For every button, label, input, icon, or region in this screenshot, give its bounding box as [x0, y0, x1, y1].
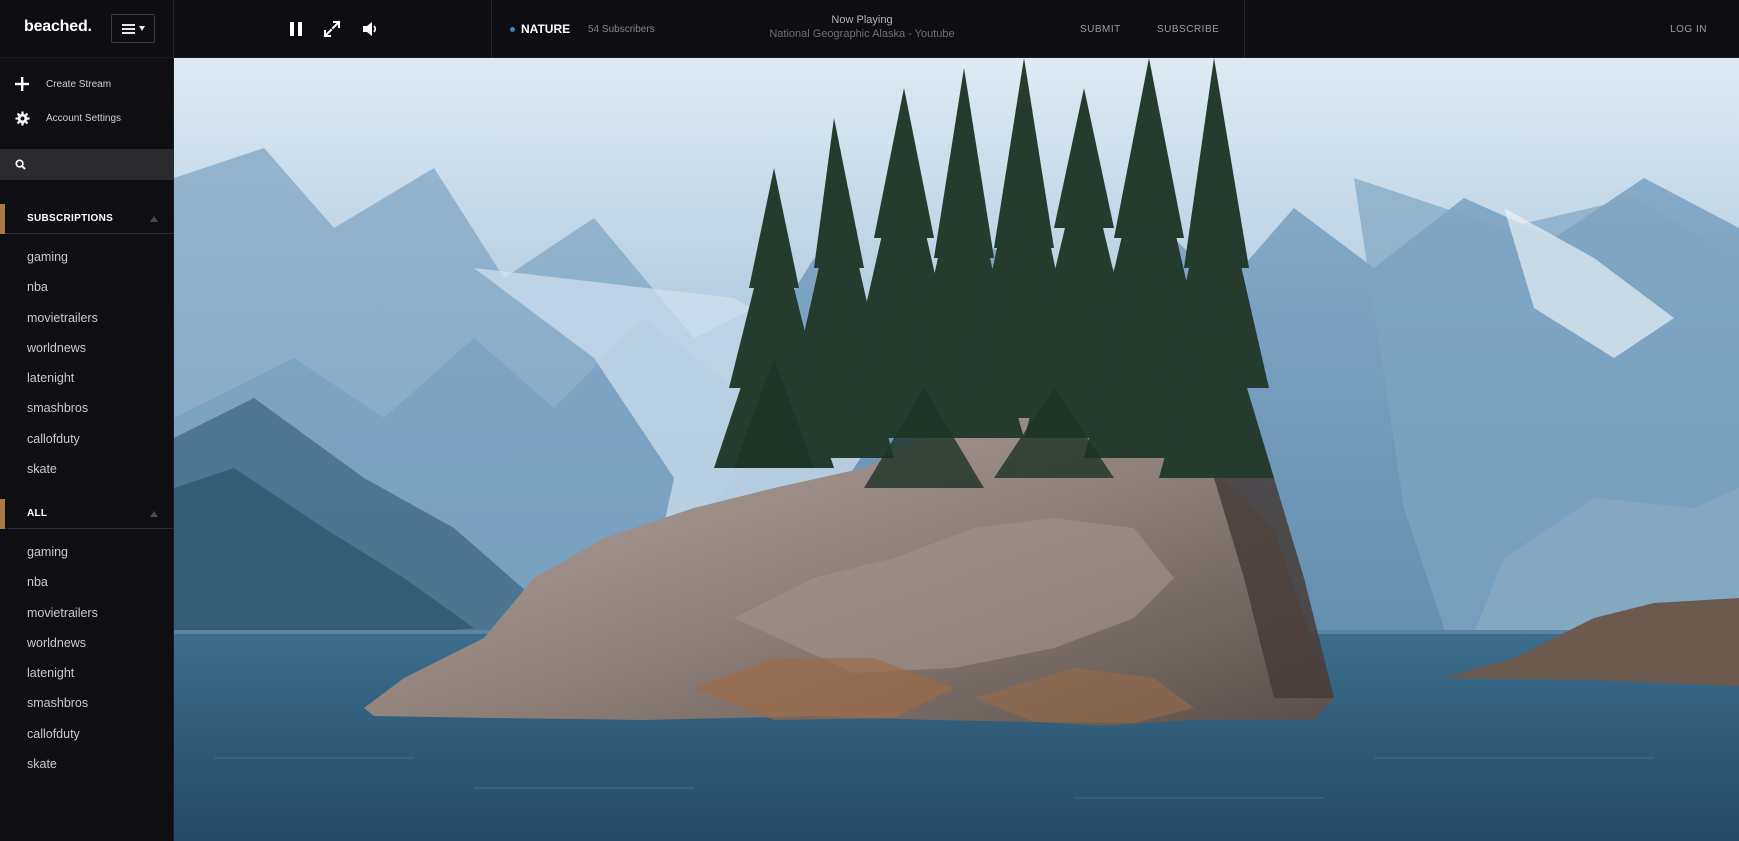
plus-icon — [14, 76, 30, 92]
list-item[interactable]: skate — [0, 749, 174, 779]
create-stream-button[interactable]: Create Stream — [14, 74, 111, 94]
all-list: gaming nba movietrailers worldnews laten… — [0, 537, 174, 779]
submit-link[interactable]: SUBMIT — [1080, 24, 1121, 35]
subscriptions-header[interactable]: SUBSCRIPTIONS — [0, 203, 174, 234]
brand-area: beached. — [0, 0, 174, 58]
list-item[interactable]: gaming — [0, 537, 174, 567]
section-accent — [0, 498, 5, 529]
video-player[interactable] — [174, 58, 1739, 841]
now-playing-title[interactable]: National Geographic Alaska - Youtube — [712, 28, 1012, 40]
expand-icon[interactable] — [322, 19, 342, 39]
stream-info: NATURE 54 Subscribers Now Playing Nation… — [492, 0, 1245, 58]
channel-name[interactable]: NATURE — [521, 22, 570, 36]
hamburger-icon — [121, 23, 135, 34]
now-playing: Now Playing National Geographic Alaska -… — [712, 14, 1012, 40]
volume-icon[interactable] — [360, 19, 380, 39]
logo[interactable]: beached. — [24, 18, 92, 36]
list-item[interactable]: callofduty — [0, 424, 174, 454]
subscriptions-title: SUBSCRIPTIONS — [27, 213, 114, 224]
now-playing-label: Now Playing — [831, 14, 893, 26]
subscriptions-list: gaming nba movietrailers worldnews laten… — [0, 242, 174, 484]
subscriber-count: 54 Subscribers — [588, 24, 655, 35]
login-link[interactable]: LOG IN — [1670, 24, 1707, 35]
list-item[interactable]: movietrailers — [0, 303, 174, 333]
pause-icon[interactable] — [286, 19, 306, 39]
account-settings-label: Account Settings — [46, 112, 122, 124]
list-item[interactable]: movietrailers — [0, 598, 174, 628]
chevron-down-icon — [138, 26, 145, 31]
list-item[interactable]: gaming — [0, 242, 174, 272]
list-item[interactable]: nba — [0, 567, 174, 597]
search-input[interactable] — [34, 158, 164, 171]
list-item[interactable]: smashbros — [0, 393, 174, 423]
search-icon — [15, 159, 26, 170]
subscribe-link[interactable]: SUBSCRIBE — [1157, 24, 1219, 35]
create-stream-label: Create Stream — [46, 78, 112, 90]
video-frame — [174, 58, 1739, 841]
top-bar: beached. NATURE 54 Subscribers Now Playi… — [0, 0, 1739, 58]
list-item[interactable]: worldnews — [0, 333, 174, 363]
section-accent — [0, 203, 5, 234]
gear-icon — [14, 110, 30, 126]
list-item[interactable]: worldnews — [0, 628, 174, 658]
all-title: ALL — [27, 508, 48, 519]
collapse-caret-icon[interactable] — [150, 511, 158, 517]
list-item[interactable]: latenight — [0, 658, 174, 688]
list-item[interactable]: skate — [0, 454, 174, 484]
all-header[interactable]: ALL — [0, 498, 174, 529]
collapse-caret-icon[interactable] — [150, 216, 158, 222]
list-item[interactable]: callofduty — [0, 719, 174, 749]
account-settings-button[interactable]: Account Settings — [14, 108, 121, 128]
player-controls — [174, 0, 492, 58]
list-item[interactable]: latenight — [0, 363, 174, 393]
menu-button[interactable] — [111, 14, 155, 43]
search-bar — [0, 149, 174, 180]
sidebar: Create Stream Account Settings SUBSCRIPT… — [0, 58, 174, 841]
list-item[interactable]: smashbros — [0, 688, 174, 718]
list-item[interactable]: nba — [0, 272, 174, 302]
live-dot — [510, 27, 515, 32]
